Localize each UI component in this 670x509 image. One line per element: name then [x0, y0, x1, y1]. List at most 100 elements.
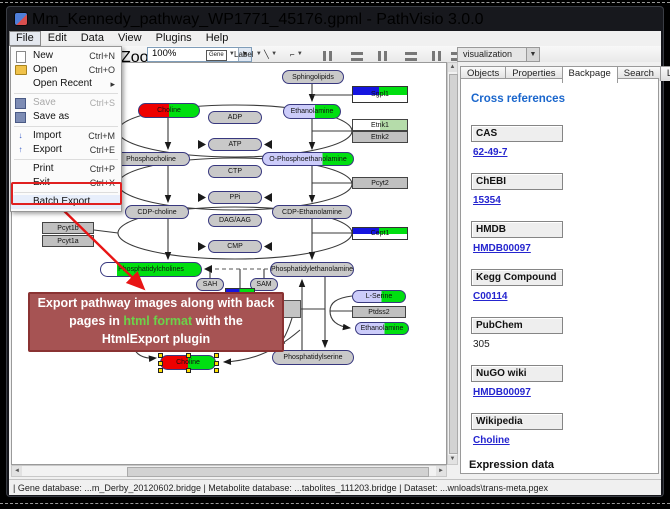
- pathway-node-ethanolamine[interactable]: Ethanolamine: [283, 104, 341, 119]
- visualization-value: visualization: [463, 49, 512, 59]
- label-button-text: Label: [234, 50, 254, 59]
- common-height-icon[interactable]: [400, 47, 422, 63]
- pathway-node-sgpl1[interactable]: Sgpl1: [352, 86, 408, 103]
- menu-help[interactable]: Help: [199, 31, 236, 46]
- chevron-down-icon[interactable]: ▼: [526, 48, 539, 61]
- menu-item-label: Open Recent: [33, 77, 92, 91]
- menu-file[interactable]: File: [9, 31, 41, 46]
- file-menu-item-save-as[interactable]: Save as: [11, 110, 121, 124]
- reference-id-link[interactable]: HMDB00097: [473, 387, 658, 398]
- pathway-node-sphingolipids[interactable]: Sphingolipids: [282, 70, 344, 84]
- pathway-node-pcyt2[interactable]: Pcyt2: [352, 177, 408, 189]
- new-label-button[interactable]: Label ▼: [233, 47, 263, 62]
- common-width-icon[interactable]: [373, 47, 395, 63]
- pathway-node-choline[interactable]: Choline: [138, 103, 200, 118]
- new-line-button[interactable]: ╲ ▼: [263, 47, 278, 62]
- pathway-node-l-serine[interactable]: L-Serine: [352, 290, 406, 303]
- pathway-node-choline[interactable]: Choline: [160, 355, 216, 370]
- pathway-node-ctp[interactable]: CTP: [208, 165, 262, 178]
- tab-legend[interactable]: Legend: [660, 66, 670, 81]
- pathway-node-ethanolamine[interactable]: Ethanolamine: [355, 322, 409, 335]
- annotation-highlight: html format: [123, 314, 192, 328]
- pathway-node-pcyt1b[interactable]: Pcyt1b: [42, 222, 94, 234]
- selection-handle[interactable]: [214, 368, 219, 373]
- selection-handle[interactable]: [214, 353, 219, 358]
- file-menu-item-open-recent[interactable]: Open Recent▸: [11, 77, 121, 91]
- visualization-combobox[interactable]: visualization ▼: [457, 47, 540, 62]
- file-menu-item-import[interactable]: ↓ImportCtrl+M: [11, 129, 121, 143]
- scroll-up-icon[interactable]: ▲: [448, 63, 457, 72]
- reference-id-link[interactable]: 62-49-7: [473, 147, 658, 158]
- pathway-node-ptdss2[interactable]: Ptdss2: [352, 306, 406, 318]
- vertical-scroll-thumb[interactable]: [449, 74, 458, 454]
- horizontal-scrollbar[interactable]: ◄ ►: [11, 465, 447, 477]
- pathway-node-phosphatidylserine[interactable]: Phosphatidylserine: [272, 350, 354, 365]
- pathway-node-cmp[interactable]: CMP: [208, 240, 262, 253]
- reference-id-link[interactable]: HMDB00097: [473, 243, 658, 254]
- selection-handle[interactable]: [158, 361, 163, 366]
- selection-handle[interactable]: [158, 353, 163, 358]
- pathway-node-atp[interactable]: ATP: [208, 138, 262, 151]
- horizontal-scroll-thumb[interactable]: [127, 467, 429, 477]
- scroll-right-icon[interactable]: ►: [436, 466, 446, 476]
- scroll-down-icon[interactable]: ▼: [448, 455, 457, 464]
- pathway-node-cdp-ethanolamine[interactable]: CDP-Ethanolamine: [272, 205, 352, 219]
- pathway-node[interactable]: [283, 300, 301, 318]
- backpage-panel: Cross references CAS62-49-7ChEBI15354HMD…: [460, 78, 659, 474]
- pathway-node-adp[interactable]: ADP: [208, 111, 262, 124]
- pathway-node-sah[interactable]: SAH: [196, 278, 224, 291]
- node-label: SAM: [256, 281, 271, 288]
- selection-handle[interactable]: [186, 353, 191, 358]
- node-label: Phosphatidylethanolamine: [271, 266, 353, 273]
- align-center-icon[interactable]: [318, 47, 340, 63]
- new-connector-button[interactable]: ⌐ ▼: [289, 47, 304, 62]
- selection-handle[interactable]: [214, 361, 219, 366]
- node-label: Choline: [157, 107, 181, 114]
- reference-id-link[interactable]: C00114: [473, 291, 658, 302]
- reference-source-header: Kegg Compound: [471, 269, 563, 286]
- reference-section: WikipediaCholine: [471, 411, 658, 446]
- pathway-node-cept1[interactable]: Cept1: [352, 227, 408, 240]
- reference-source-header: NuGO wiki: [471, 365, 563, 382]
- reference-source-header: HMDB: [471, 221, 563, 238]
- selection-handle[interactable]: [158, 368, 163, 373]
- new-datanode-button[interactable]: Gene ▼: [205, 47, 236, 62]
- reference-id-link[interactable]: Choline: [473, 435, 658, 446]
- pathway-node-phosphocholine[interactable]: Phosphocholine: [112, 152, 190, 166]
- node-label: Sphingolipids: [292, 74, 334, 81]
- file-menu-item-export[interactable]: ↑ExportCtrl+E: [11, 143, 121, 157]
- pathway-node-cdp-choline[interactable]: CDP-choline: [125, 205, 189, 219]
- pathway-node-etnk1[interactable]: Etnk1: [352, 119, 408, 131]
- side-panel: ObjectsPropertiesBackpageSearchLegend Cr…: [458, 62, 661, 478]
- menu-plugins[interactable]: Plugins: [149, 31, 199, 46]
- menu-item-label: Open: [33, 63, 57, 77]
- menu-edit[interactable]: Edit: [41, 31, 74, 46]
- align-middle-icon[interactable]: [346, 47, 368, 63]
- vertical-scrollbar[interactable]: ▲ ▼: [447, 62, 458, 465]
- app-icon: [15, 13, 27, 25]
- file-menu-item-print[interactable]: PrintCtrl+P: [11, 162, 121, 176]
- pathway-node-dag-aag[interactable]: DAG/AAG: [208, 214, 262, 227]
- menu-view[interactable]: View: [111, 31, 149, 46]
- reference-section: HMDB HMDB00097: [471, 219, 658, 254]
- menu-item-shortcut: Ctrl+M: [88, 129, 115, 143]
- pathway-node-etnk2[interactable]: Etnk2: [352, 131, 408, 143]
- pathway-node-ppi[interactable]: PPi: [208, 191, 262, 204]
- node-label: Pcyt1b: [57, 225, 78, 232]
- pathway-node-o-phosphoethanolamine[interactable]: O-Phosphoethanolamine: [262, 152, 354, 166]
- scroll-left-icon[interactable]: ◄: [12, 466, 22, 476]
- pathway-node-phosphatidylethanolamine[interactable]: Phosphatidylethanolamine: [270, 262, 354, 277]
- reference-section: Kegg Compound C00114: [471, 267, 658, 302]
- node-label: Etnk1: [371, 122, 389, 129]
- file-menu-item-open[interactable]: OpenCtrl+O: [11, 63, 121, 77]
- menu-data[interactable]: Data: [74, 31, 111, 46]
- tab-backpage[interactable]: Backpage: [562, 66, 618, 83]
- reference-section: NuGO wiki HMDB00097: [471, 363, 658, 398]
- file-menu-item-new[interactable]: NewCtrl+N: [11, 49, 121, 63]
- pathway-node-phosphatidylcholines[interactable]: Phosphatidylcholines: [100, 262, 202, 277]
- menu-item-label: Import: [33, 129, 61, 143]
- selection-handle[interactable]: [186, 368, 191, 373]
- reference-id-link[interactable]: 15354: [473, 195, 658, 206]
- pathway-node-pcyt1a[interactable]: Pcyt1a: [42, 235, 94, 247]
- node-label: ADP: [228, 114, 242, 121]
